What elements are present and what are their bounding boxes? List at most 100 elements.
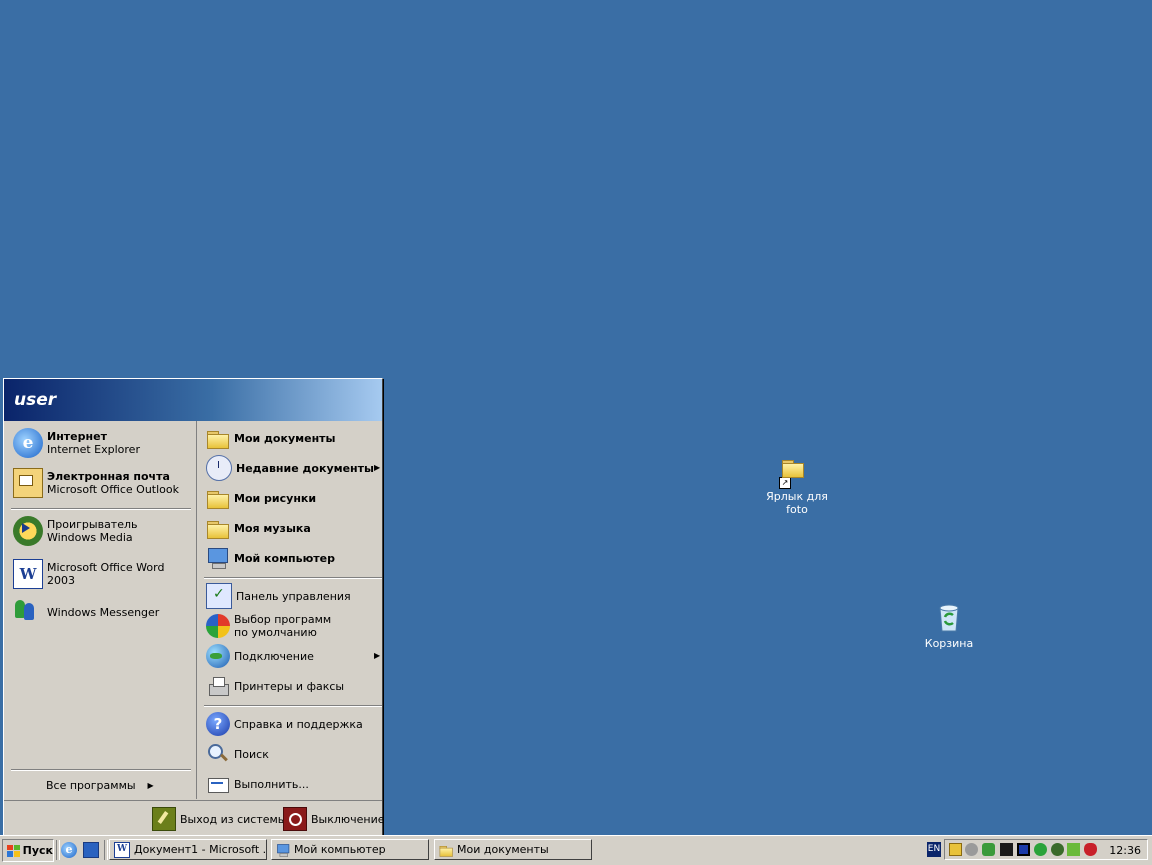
internet-explorer-icon: e [13, 428, 43, 458]
run-icon [206, 772, 230, 796]
network-globe-icon [206, 644, 230, 668]
menu-item-label: Справка и поддержка [234, 717, 363, 731]
menu-item-label: Подключение [234, 649, 314, 663]
menu-item-title: Проигрыватель Windows Media [47, 518, 138, 544]
menu-item-label: Поиск [234, 747, 269, 761]
shutdown-button[interactable]: Выключение [283, 807, 385, 831]
tray-network-icon[interactable] [949, 843, 962, 856]
menu-item-internet[interactable]: e Интернет Internet Explorer [13, 428, 191, 458]
tray-volume-icon[interactable] [965, 843, 978, 856]
tray-firewall-icon[interactable] [1084, 843, 1097, 856]
menu-item-search[interactable]: Поиск [206, 741, 380, 767]
menu-item-my-pictures[interactable]: Мои рисунки [206, 485, 380, 511]
all-programs-label: Все программы [46, 779, 136, 792]
menu-item-my-documents[interactable]: Мои документы [206, 425, 380, 451]
taskbar-button-word[interactable]: W Документ1 - Microsoft ... [109, 839, 267, 860]
recent-documents-icon [206, 455, 232, 481]
tray-shield-icon[interactable] [1034, 843, 1047, 856]
search-icon [206, 742, 230, 766]
menu-item-my-music[interactable]: Моя музыка [206, 515, 380, 541]
desktop-icon-foto-shortcut[interactable]: ↗ Ярлык для foto [759, 455, 835, 516]
default-programs-icon [206, 614, 230, 638]
menu-item-subtitle: Microsoft Office Outlook [47, 483, 179, 496]
folder-icon [206, 516, 230, 540]
menu-item-label: Моя музыка [234, 521, 311, 535]
start-menu-left-pane: e Интернет Internet Explorer Электронная… [4, 421, 197, 799]
menu-item-recent-documents[interactable]: Недавние документы ▶ [206, 455, 380, 481]
shortcut-arrow-icon: ↗ [779, 477, 791, 489]
menu-item-default-programs[interactable]: Выбор программ по умолчанию [206, 611, 380, 641]
quick-launch-outlook-icon[interactable] [83, 842, 99, 858]
computer-icon [276, 843, 290, 857]
menu-item-title: Электронная почта [47, 470, 170, 483]
taskbar-button-my-documents[interactable]: Мои документы [434, 839, 592, 860]
menu-item-messenger[interactable]: Windows Messenger [13, 598, 191, 626]
start-button[interactable]: Пуск [2, 839, 54, 862]
separator [11, 508, 191, 510]
key-logoff-icon [152, 807, 176, 831]
folder-icon [206, 486, 230, 510]
tray-monitor-icon[interactable] [1017, 843, 1030, 856]
menu-item-title: Интернет [47, 430, 107, 443]
separator [11, 769, 191, 771]
menu-item-title: Windows Messenger [47, 605, 160, 619]
shutdown-label: Выключение [311, 812, 385, 826]
outlook-mail-icon [13, 468, 43, 498]
computer-icon [206, 546, 230, 570]
logoff-label: Выход из системы [180, 812, 287, 826]
start-menu: user e Интернет Internet Explorer Электр… [3, 378, 385, 836]
separator [204, 705, 382, 707]
power-icon [283, 807, 307, 831]
menu-item-label: Выполнить... [234, 777, 309, 791]
printer-icon [206, 674, 230, 698]
quick-launch-ie-icon[interactable]: e [61, 842, 77, 858]
desktop-icon-label: Ярлык для foto [766, 490, 828, 516]
user-name: user [14, 390, 57, 410]
tray-bug-icon[interactable] [1051, 843, 1064, 856]
menu-item-control-panel[interactable]: Панель управления [206, 583, 380, 609]
taskbar-button-label: Мои документы [457, 843, 549, 856]
menu-item-connect[interactable]: Подключение ▶ [206, 643, 380, 669]
clock[interactable]: 12:36 [1109, 844, 1141, 857]
taskbar-button-my-computer[interactable]: Мой компьютер [271, 839, 429, 860]
start-menu-right-pane: Мои документы Недавние документы ▶ Мои р… [199, 421, 382, 799]
menu-item-help[interactable]: ? Справка и поддержка [206, 711, 380, 737]
arrow-right-icon: ▶ [147, 781, 154, 790]
folder-shortcut-icon: ↗ [779, 455, 813, 489]
windows-logo-icon [7, 844, 20, 857]
logoff-button[interactable]: Выход из системы [152, 807, 286, 831]
desktop-icon-recycle-bin[interactable]: Корзина [911, 602, 987, 650]
menu-item-label: Мой компьютер [234, 551, 336, 565]
menu-item-label: Панель управления [236, 589, 351, 603]
menu-item-email[interactable]: Электронная почта Microsoft Office Outlo… [13, 468, 191, 498]
start-menu-footer: Выход из системы Выключение [4, 800, 385, 836]
menu-item-windows-media[interactable]: Проигрыватель Windows Media [13, 516, 191, 546]
menu-item-word[interactable]: W Microsoft Office Word 2003 [13, 559, 191, 589]
desktop-icon-label: Корзина [924, 637, 974, 650]
menu-item-label: Принтеры и факсы [234, 679, 345, 693]
menu-item-printers[interactable]: Принтеры и факсы [206, 673, 380, 699]
folder-icon [206, 426, 230, 450]
menu-item-title: Microsoft Office Word 2003 [47, 561, 165, 587]
tray-sync-icon[interactable] [982, 843, 995, 856]
start-menu-header: user [4, 379, 382, 421]
word-icon: W [13, 559, 43, 589]
separator [204, 577, 382, 579]
all-programs-button[interactable]: Все программы ▶ [46, 779, 156, 792]
menu-item-label: Недавние документы [236, 461, 374, 475]
start-label: Пуск [22, 844, 53, 857]
menu-item-run[interactable]: Выполнить... [206, 771, 380, 797]
tray-update-icon[interactable] [1067, 843, 1080, 856]
taskbar: Пуск e W Документ1 - Microsoft ... Мой к… [0, 835, 1152, 865]
menu-item-label: Выбор программ по умолчанию [234, 613, 332, 639]
word-icon: W [114, 841, 130, 858]
menu-item-my-computer[interactable]: Мой компьютер [206, 545, 380, 571]
language-indicator[interactable]: EN [927, 842, 941, 857]
system-tray: 12:36 [944, 839, 1148, 860]
quick-launch-separator [104, 840, 108, 860]
tray-antivirus-icon[interactable] [1000, 843, 1013, 856]
quick-launch-separator [56, 840, 60, 860]
recycle-bin-icon [933, 602, 965, 634]
taskbar-button-label: Мой компьютер [294, 843, 386, 856]
menu-item-subtitle: Internet Explorer [47, 443, 140, 456]
